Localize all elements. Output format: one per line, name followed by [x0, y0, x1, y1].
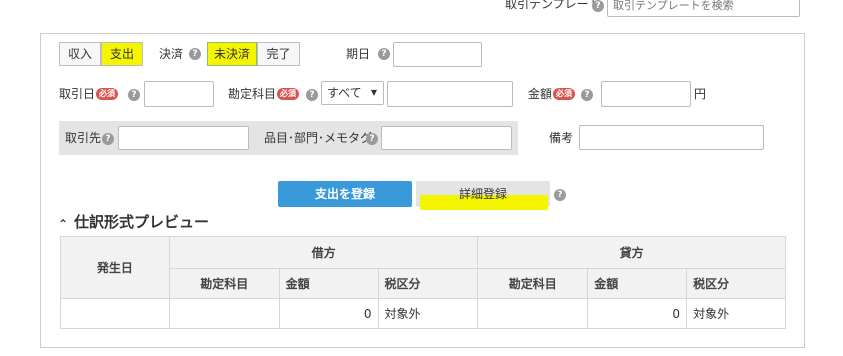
credit-account-header: 勘定科目 [477, 268, 589, 299]
account-required-badge: 必須 [277, 88, 299, 100]
account-filter-select[interactable]: すべて ▼ [321, 81, 384, 105]
preview-title: 仕訳形式プレビュー [74, 213, 210, 231]
remarks-input[interactable] [579, 125, 764, 150]
remarks-label: 備考 [549, 131, 574, 145]
account-label: 勘定科目 [228, 87, 277, 101]
debit-tax-header: 税区分 [377, 268, 479, 299]
row-credit-amount: 0 [587, 298, 688, 329]
template-label: 取引テンプレート [505, 0, 601, 11]
credit-tax-header: 税区分 [686, 268, 786, 299]
register-expense-button[interactable]: 支出を登録 [278, 181, 412, 207]
detail-register-help-icon[interactable]: ? [554, 189, 566, 201]
transaction-date-input[interactable] [144, 81, 214, 107]
item-tags-label: 品目･部門･メモタグ [264, 131, 373, 145]
transaction-date-required-badge: 必須 [96, 88, 118, 100]
amount-unit: 円 [694, 87, 707, 101]
detail-register-button[interactable]: 詳細登録 [416, 181, 550, 210]
item-tags-input[interactable] [381, 126, 512, 150]
due-date-input[interactable] [393, 42, 482, 67]
expense-toggle[interactable]: 支出 [101, 42, 143, 66]
due-date-help-icon[interactable]: ? [378, 48, 390, 60]
debit-account-header: 勘定科目 [168, 268, 280, 299]
amount-label: 金額 [528, 87, 553, 101]
completed-toggle[interactable]: 完了 [257, 42, 300, 66]
template-help-icon[interactable]: ? [592, 0, 604, 12]
account-filter-value: すべて [327, 86, 362, 100]
amount-required-badge: 必須 [553, 88, 575, 100]
row-debit-tax: 対象外 [377, 298, 479, 329]
row-debit-amount: 0 [278, 298, 379, 329]
journal-preview-table: 発生日 借方 貸方 勘定科目 金額 税区分 勘定科目 金額 税区分 0 対象外 … [60, 236, 786, 329]
template-search-input[interactable] [607, 0, 800, 17]
settlement-help-icon[interactable]: ? [189, 48, 201, 60]
row-credit-account [477, 298, 589, 329]
income-toggle[interactable]: 収入 [59, 42, 101, 66]
due-date-label: 期日 [346, 47, 371, 61]
dropdown-arrow-icon: ▼ [370, 88, 377, 97]
amount-input[interactable] [601, 81, 691, 107]
account-help-icon[interactable]: ? [306, 89, 318, 101]
debit-header: 借方 [168, 236, 479, 269]
partner-input[interactable] [118, 126, 249, 150]
detail-register-label: 詳細登録 [458, 187, 507, 201]
row-date [60, 298, 170, 329]
row-credit-tax: 対象外 [686, 298, 786, 329]
partner-label: 取引先 [65, 131, 102, 145]
collapse-chevron-icon[interactable]: ⌃ [58, 217, 68, 231]
account-input[interactable] [387, 81, 513, 107]
debit-amount-header: 金額 [278, 268, 379, 299]
date-header: 発生日 [60, 236, 170, 299]
amount-help-icon[interactable]: ? [581, 89, 593, 101]
row-debit-account [168, 298, 280, 329]
unsettled-toggle[interactable]: 未決済 [207, 42, 257, 66]
partner-help-icon[interactable]: ? [102, 133, 114, 145]
settlement-label: 決済 [159, 47, 184, 61]
credit-header: 貸方 [477, 236, 786, 269]
table-row: 0 対象外 0 対象外 [60, 298, 786, 329]
credit-amount-header: 金額 [587, 268, 688, 299]
transaction-date-label: 取引日 [59, 87, 96, 101]
transaction-date-help-icon[interactable]: ? [128, 89, 140, 101]
item-tags-help-icon[interactable]: ? [366, 133, 378, 145]
